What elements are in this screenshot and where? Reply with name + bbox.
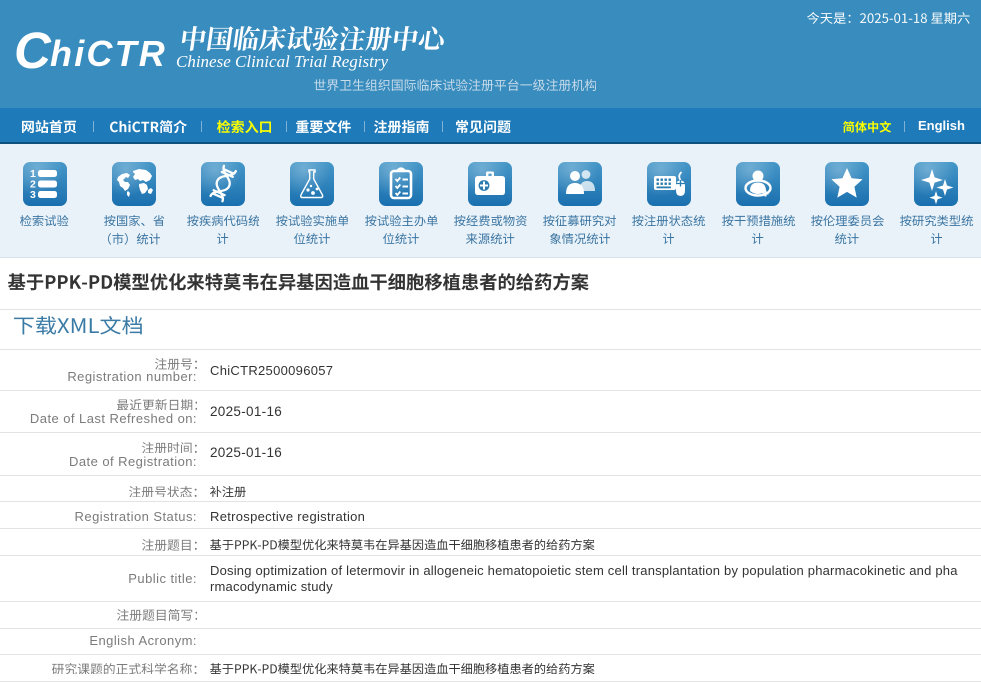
- svg-text:3: 3: [30, 189, 36, 201]
